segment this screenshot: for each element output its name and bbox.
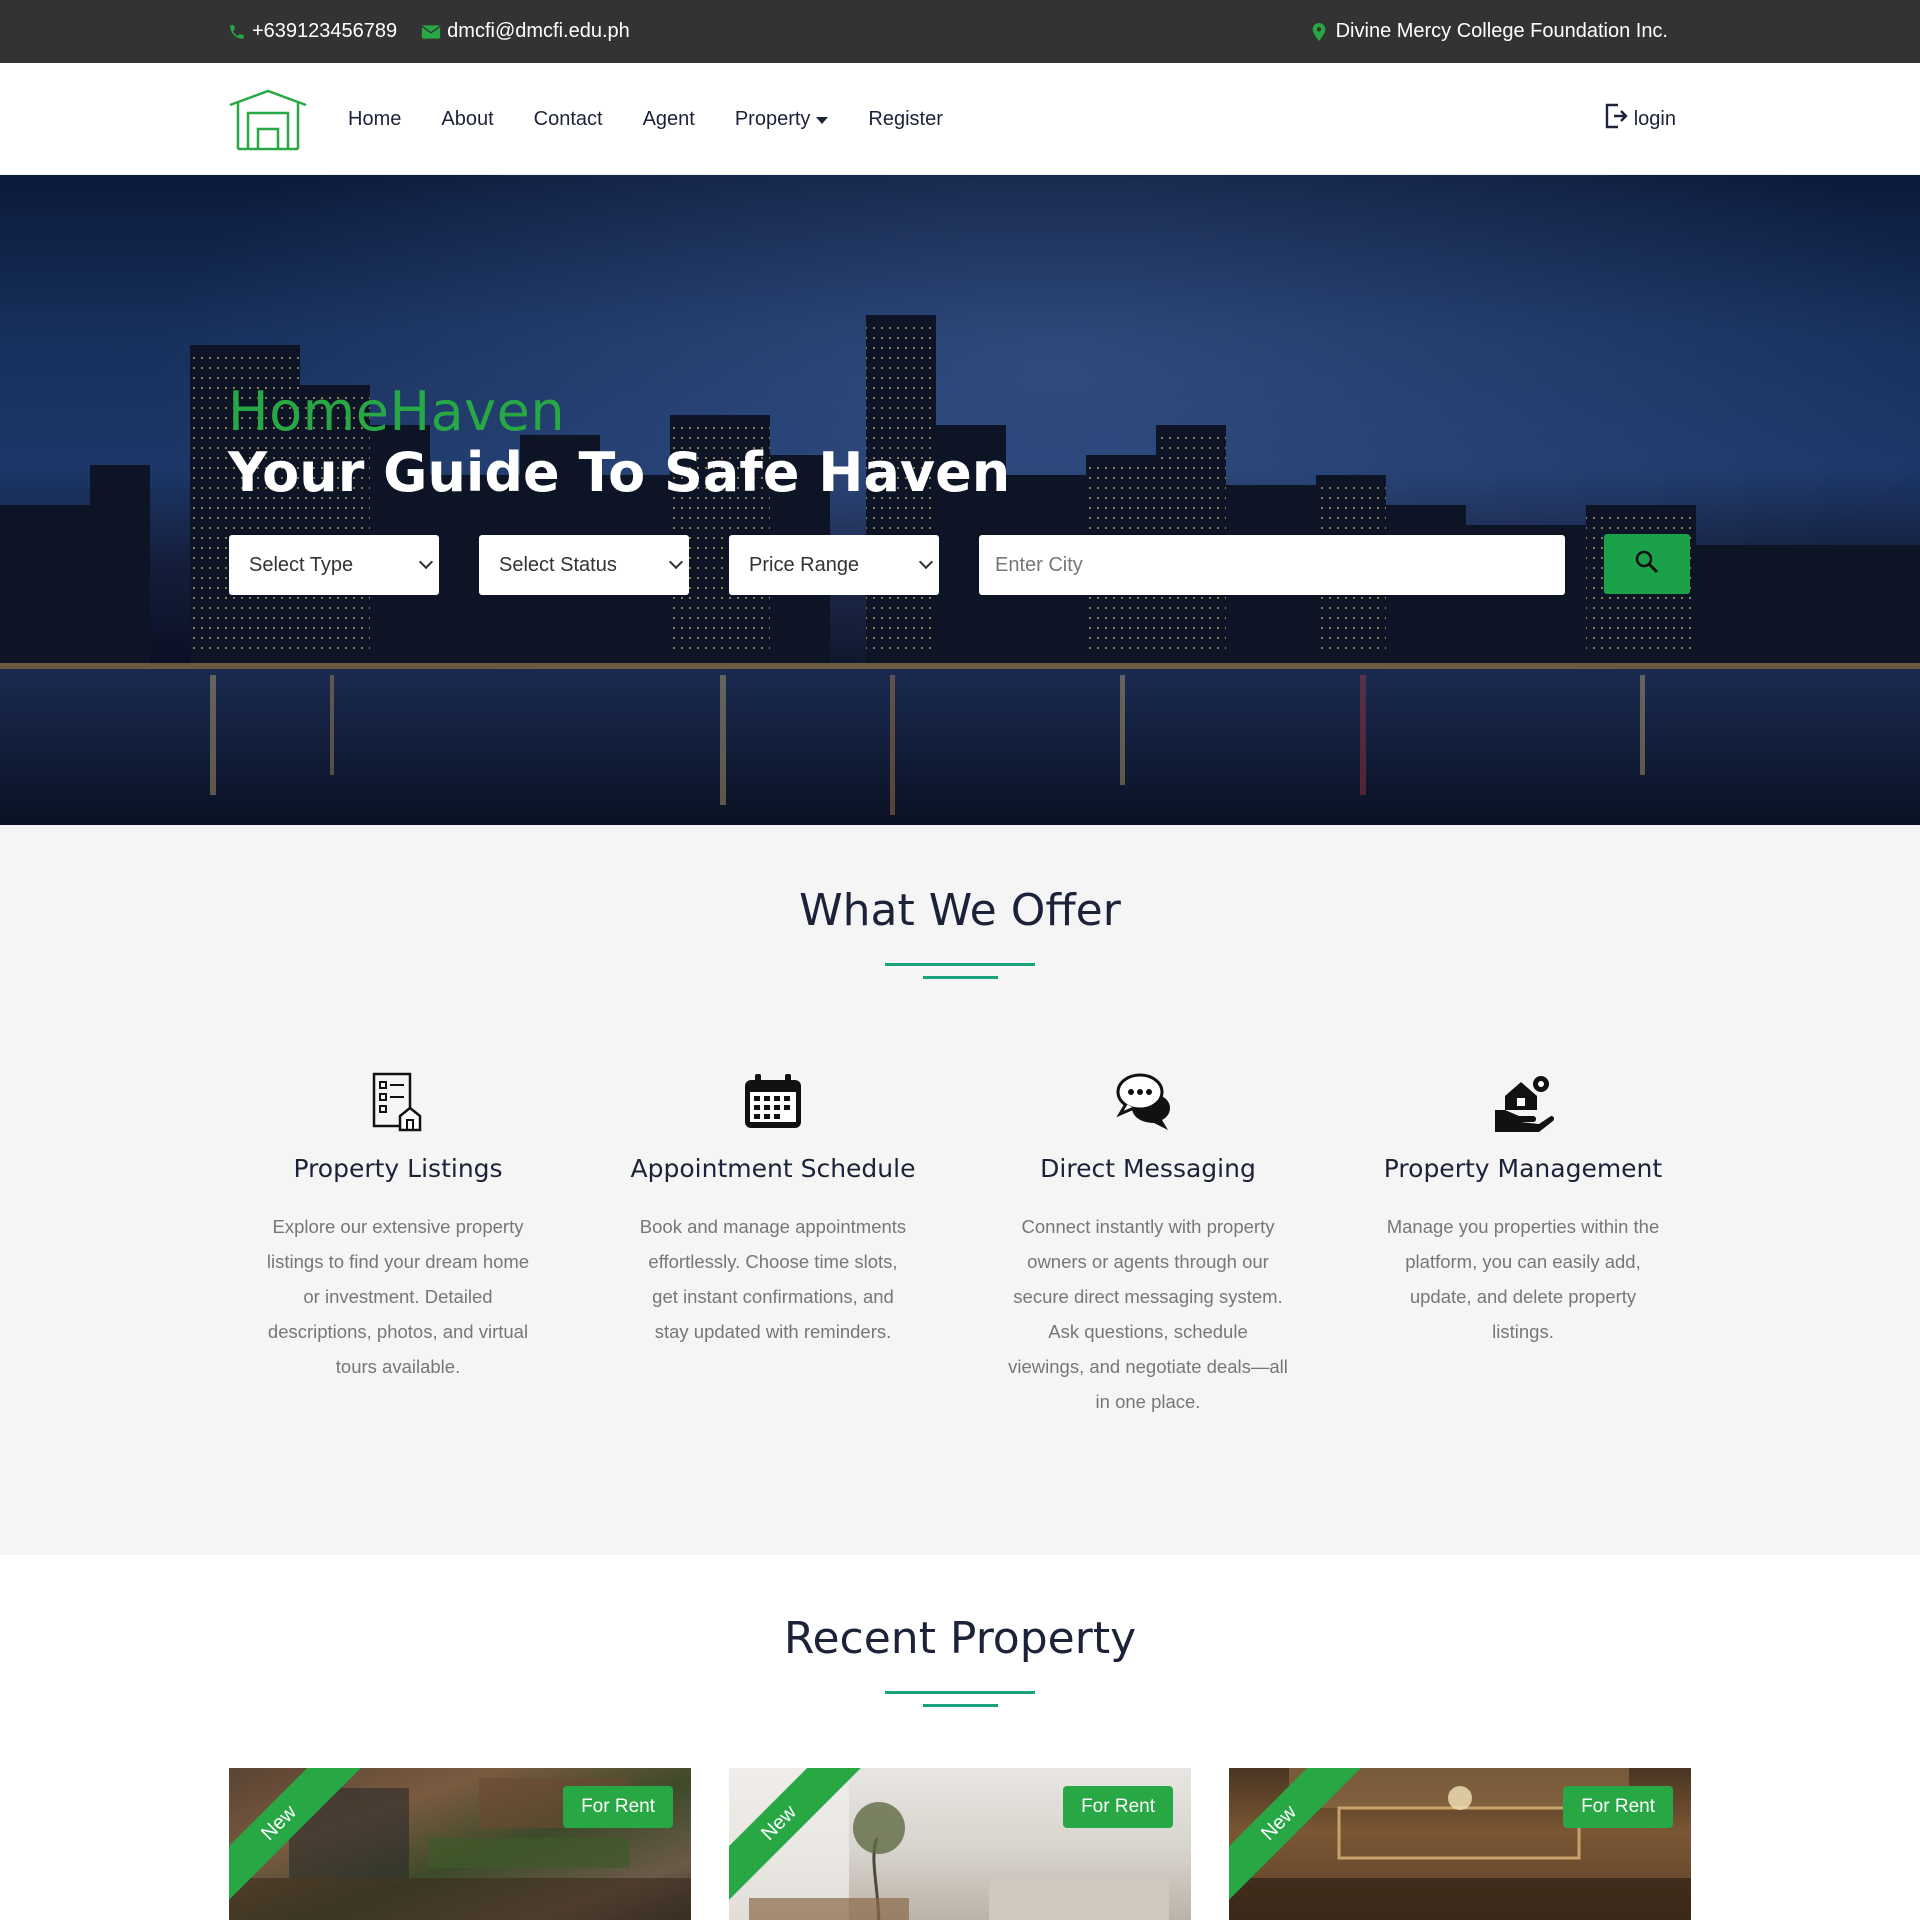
status-select[interactable]: Select Status <box>479 535 689 595</box>
type-select[interactable]: Select Type <box>229 535 439 595</box>
title-underline <box>885 1691 1035 1694</box>
chevron-down-icon <box>918 554 934 570</box>
property-management-icon <box>1491 1070 1555 1134</box>
phone-contact[interactable]: +639123456789 <box>228 20 397 43</box>
nav-contact[interactable]: Contact <box>534 108 603 131</box>
chevron-down-icon <box>418 554 434 570</box>
email-contact[interactable]: dmcfi@dmcfi.edu.ph <box>421 20 630 43</box>
chat-icon <box>1116 1070 1180 1134</box>
envelope-icon <box>421 24 441 40</box>
search-icon <box>1634 549 1660 580</box>
login-link[interactable]: login <box>1604 63 1676 175</box>
search-button[interactable] <box>1604 534 1690 594</box>
recent-property-section: Recent Property New For Rent New For Ren… <box>0 1555 1920 1920</box>
nav-property-dropdown[interactable]: Property <box>735 108 829 131</box>
hero-banner: HomeHaven Your Guide To Safe Haven Selec… <box>0 175 1920 825</box>
offer-card-listings: Property Listings Explore our extensive … <box>248 1070 548 1384</box>
offer-card-title: Property Listings <box>293 1154 503 1183</box>
offer-card-appointments: Appointment Schedule Book and manage app… <box>623 1070 923 1349</box>
status-badge: For Rent <box>1063 1786 1173 1828</box>
map-pin-icon <box>1312 22 1326 41</box>
nav-property-label: Property <box>734 107 811 130</box>
offer-card-text: Connect instantly with property owners o… <box>1008 1216 1288 1412</box>
main-navbar: Home About Contact Agent Property Regist… <box>0 63 1920 175</box>
login-label: login <box>1633 107 1676 130</box>
property-card[interactable]: New For Rent <box>1229 1768 1691 1920</box>
nav-home[interactable]: Home <box>348 108 401 131</box>
offer-card-text: Manage you properties within the platfor… <box>1386 1216 1660 1342</box>
nav-about[interactable]: About <box>441 108 493 131</box>
property-card[interactable]: New For Rent <box>229 1768 691 1920</box>
title-underline-short <box>923 976 998 979</box>
brand-title: HomeHaven <box>228 380 566 443</box>
price-select-value: Price Range <box>749 553 860 576</box>
calendar-icon <box>741 1070 805 1134</box>
offer-card-messaging: Direct Messaging Connect instantly with … <box>998 1070 1298 1419</box>
title-underline <box>885 963 1035 966</box>
location-text: Divine Mercy College Foundation Inc. <box>1335 20 1668 42</box>
chevron-down-icon <box>668 554 684 570</box>
contact-info: +639123456789 dmcfi@dmcfi.edu.ph <box>228 0 630 63</box>
email-address: dmcfi@dmcfi.edu.ph <box>447 20 630 42</box>
offer-card-text: Book and manage appointments effortlessl… <box>639 1216 907 1342</box>
status-select-value: Select Status <box>499 553 617 576</box>
property-listings-icon <box>366 1070 430 1134</box>
recent-title: Recent Property <box>783 1613 1137 1664</box>
offer-card-management: Property Management Manage you propertie… <box>1373 1070 1673 1349</box>
offer-card-text: Explore our extensive property listings … <box>266 1216 530 1377</box>
offer-section: What We Offer Property Listings Explore … <box>0 825 1920 1555</box>
nav-links: Home About Contact Agent Property Regist… <box>348 63 943 175</box>
offer-card-title: Property Management <box>1383 1154 1663 1183</box>
house-logo-icon[interactable] <box>228 89 308 151</box>
title-underline-short <box>923 1704 998 1707</box>
offer-card-title: Appointment Schedule <box>630 1154 916 1183</box>
nav-agent[interactable]: Agent <box>643 108 695 131</box>
status-badge: For Rent <box>563 1786 673 1828</box>
top-contact-bar: +639123456789 dmcfi@dmcfi.edu.ph Divine … <box>0 0 1920 63</box>
hero-tagline: Your Guide To Safe Haven <box>228 441 1011 504</box>
sign-in-icon <box>1604 103 1628 135</box>
city-input[interactable]: Enter City <box>979 535 1565 595</box>
price-range-select[interactable]: Price Range <box>729 535 939 595</box>
caret-down-icon <box>816 116 829 124</box>
location-info: Divine Mercy College Foundation Inc. <box>1312 0 1668 63</box>
nav-register[interactable]: Register <box>868 108 942 131</box>
status-badge: For Rent <box>1563 1786 1673 1828</box>
type-select-value: Select Type <box>249 553 354 576</box>
phone-icon <box>228 23 246 41</box>
city-input-placeholder: Enter City <box>995 553 1083 576</box>
property-card[interactable]: New For Rent <box>729 1768 1191 1920</box>
offer-card-title: Direct Messaging <box>1040 1154 1256 1183</box>
offer-title: What We Offer <box>799 885 1121 936</box>
phone-number: +639123456789 <box>252 20 398 42</box>
